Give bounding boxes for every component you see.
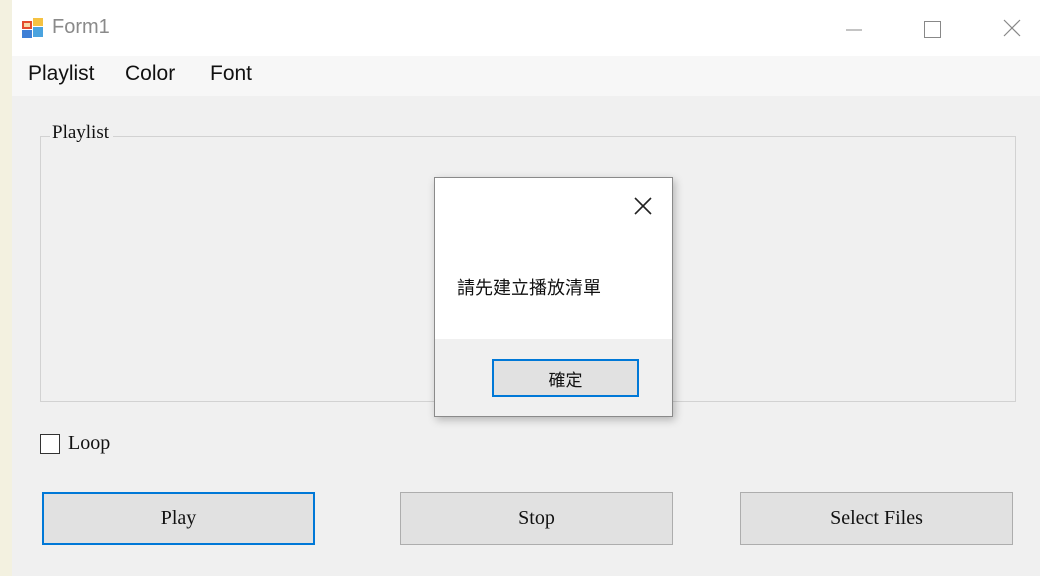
dialog-message: 請先建立播放清單 [457,278,601,299]
playlist-group-label: Playlist [50,122,114,144]
menu-playlist[interactable]: Playlist [28,62,95,86]
select-files-button[interactable]: Select Files [740,492,1013,545]
dialog-ok-button[interactable]: 確定 [492,359,639,397]
dialog-close-button[interactable] [631,194,655,218]
menu-font[interactable]: Font [210,62,252,86]
minimize-icon [846,29,862,31]
maximize-button[interactable] [912,14,952,44]
menu-color[interactable]: Color [125,62,175,86]
window-title: Form1 [52,16,110,38]
close-icon [1003,19,1021,37]
loop-checkbox-box[interactable] [40,434,60,454]
title-bar[interactable]: Form1 [12,0,1040,56]
minimize-button[interactable] [834,14,874,44]
close-button[interactable] [992,14,1032,44]
close-icon [634,197,652,215]
play-button[interactable]: Play [42,492,315,545]
message-dialog: 請先建立播放清單 確定 [434,177,673,417]
dialog-footer: 確定 [435,339,672,416]
menu-bar: Playlist Color Font [12,56,1040,96]
loop-label: Loop [68,432,111,454]
stop-button[interactable]: Stop [400,492,673,545]
app-icon [22,18,43,38]
maximize-icon [924,21,941,38]
